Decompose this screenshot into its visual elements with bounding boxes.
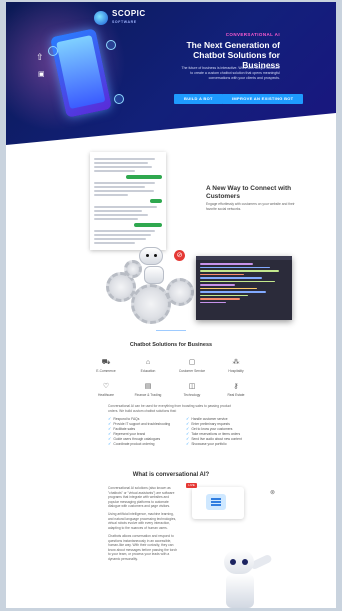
folder-icon: ▣ <box>38 71 45 78</box>
what-is-ai-paragraph: Conversational AI solutions (also known … <box>108 486 175 508</box>
improve-bot-button[interactable]: IMPROVE AN EXISTING BOT <box>222 94 304 104</box>
key-icon: ⚷ <box>233 383 239 390</box>
category-finance[interactable]: ▤ Finance & Trading <box>128 382 168 397</box>
feature-item: ✓ Showcase your portfolio <box>186 441 227 446</box>
logo-icon <box>94 11 108 25</box>
support-icon: ▢ <box>188 359 196 366</box>
robot-illustration <box>224 550 254 574</box>
what-is-ai-paragraph: Using artificial intelligence, machine l… <box>108 512 177 530</box>
build-bot-button[interactable]: BUILD A BOT <box>174 94 223 104</box>
robot-body <box>226 574 254 608</box>
category-ecommerce[interactable]: ⛟ E-Commerce <box>86 358 126 373</box>
logo[interactable]: SCOPIC SOFTWARE <box>94 10 146 26</box>
hero-wave <box>6 113 336 152</box>
robot-illustration <box>139 247 163 265</box>
robot-body <box>144 266 164 284</box>
upload-icon: ⇧ <box>36 52 44 62</box>
category-healthcare[interactable]: ♡ Healthcare <box>86 382 126 397</box>
graduation-icon: ⌂ <box>145 359 151 366</box>
hero-subtitle: The future of business is interactive. W… <box>181 66 280 80</box>
what-is-ai-title: What is conversational AI? <box>132 472 210 478</box>
stop-icon: ⊘ <box>174 250 185 261</box>
close-icon[interactable]: ⊗ <box>270 489 275 496</box>
category-technology[interactable]: ◫ Technology <box>172 382 212 397</box>
feature-item: ✓ Coordinate product ordering <box>108 441 155 446</box>
solutions-text: Conversational AI can be used for everyt… <box>108 404 231 413</box>
category-hospitality[interactable]: ⁂ Hospitality <box>216 358 256 373</box>
live-badge: LIVE <box>186 483 197 488</box>
code-editor-illustration <box>196 256 292 320</box>
finance-icon: ▤ <box>144 383 152 390</box>
connect-title: A New Way to Connect with Customers <box>206 185 292 200</box>
orb-icon <box>114 94 124 104</box>
technology-icon: ◫ <box>188 383 196 390</box>
category-education[interactable]: ⌂ Education <box>128 358 168 373</box>
hero-tag: CONVERSATIONAL AI <box>225 32 280 37</box>
category-real-estate[interactable]: ⚷ Real Estate <box>216 382 256 397</box>
check-icon: ✓ <box>108 441 112 446</box>
solutions-title: Chatbot Solutions for Business <box>129 342 213 348</box>
orb-icon <box>106 40 116 50</box>
people-icon: ⁂ <box>232 359 240 366</box>
what-is-ai-paragraph: Chatbots allows conversation and respond… <box>108 534 178 561</box>
chat-document-icon <box>206 494 226 510</box>
logo-subtext: SOFTWARE <box>112 20 137 24</box>
orb-icon <box>48 46 58 56</box>
hero-section: SCOPIC SOFTWARE ⇧ ▣ CONVERSATIONAL AI Th… <box>6 2 336 152</box>
solutions-section: Chatbot Solutions for Business ⛟ E-Comme… <box>6 320 336 452</box>
gear-icon <box>124 260 142 278</box>
logo-text: SCOPIC <box>112 9 146 18</box>
healthcare-icon: ♡ <box>102 383 110 390</box>
chat-transcript-card <box>90 152 166 250</box>
connect-section: A New Way to Connect with Customers Enga… <box>6 152 336 324</box>
what-is-ai-section: What is conversational AI? Conversationa… <box>6 452 336 608</box>
gear-icon <box>166 278 194 306</box>
gear-icon <box>131 284 171 324</box>
page-frame: SCOPIC SOFTWARE ⇧ ▣ CONVERSATIONAL AI Th… <box>6 2 336 608</box>
section-divider <box>156 330 186 331</box>
check-icon: ✓ <box>186 441 190 446</box>
connect-text: Engage effortlessly with customers on yo… <box>206 202 295 211</box>
cart-icon: ⛟ <box>101 359 111 366</box>
category-customer-service[interactable]: ▢ Customer Service <box>172 358 212 373</box>
